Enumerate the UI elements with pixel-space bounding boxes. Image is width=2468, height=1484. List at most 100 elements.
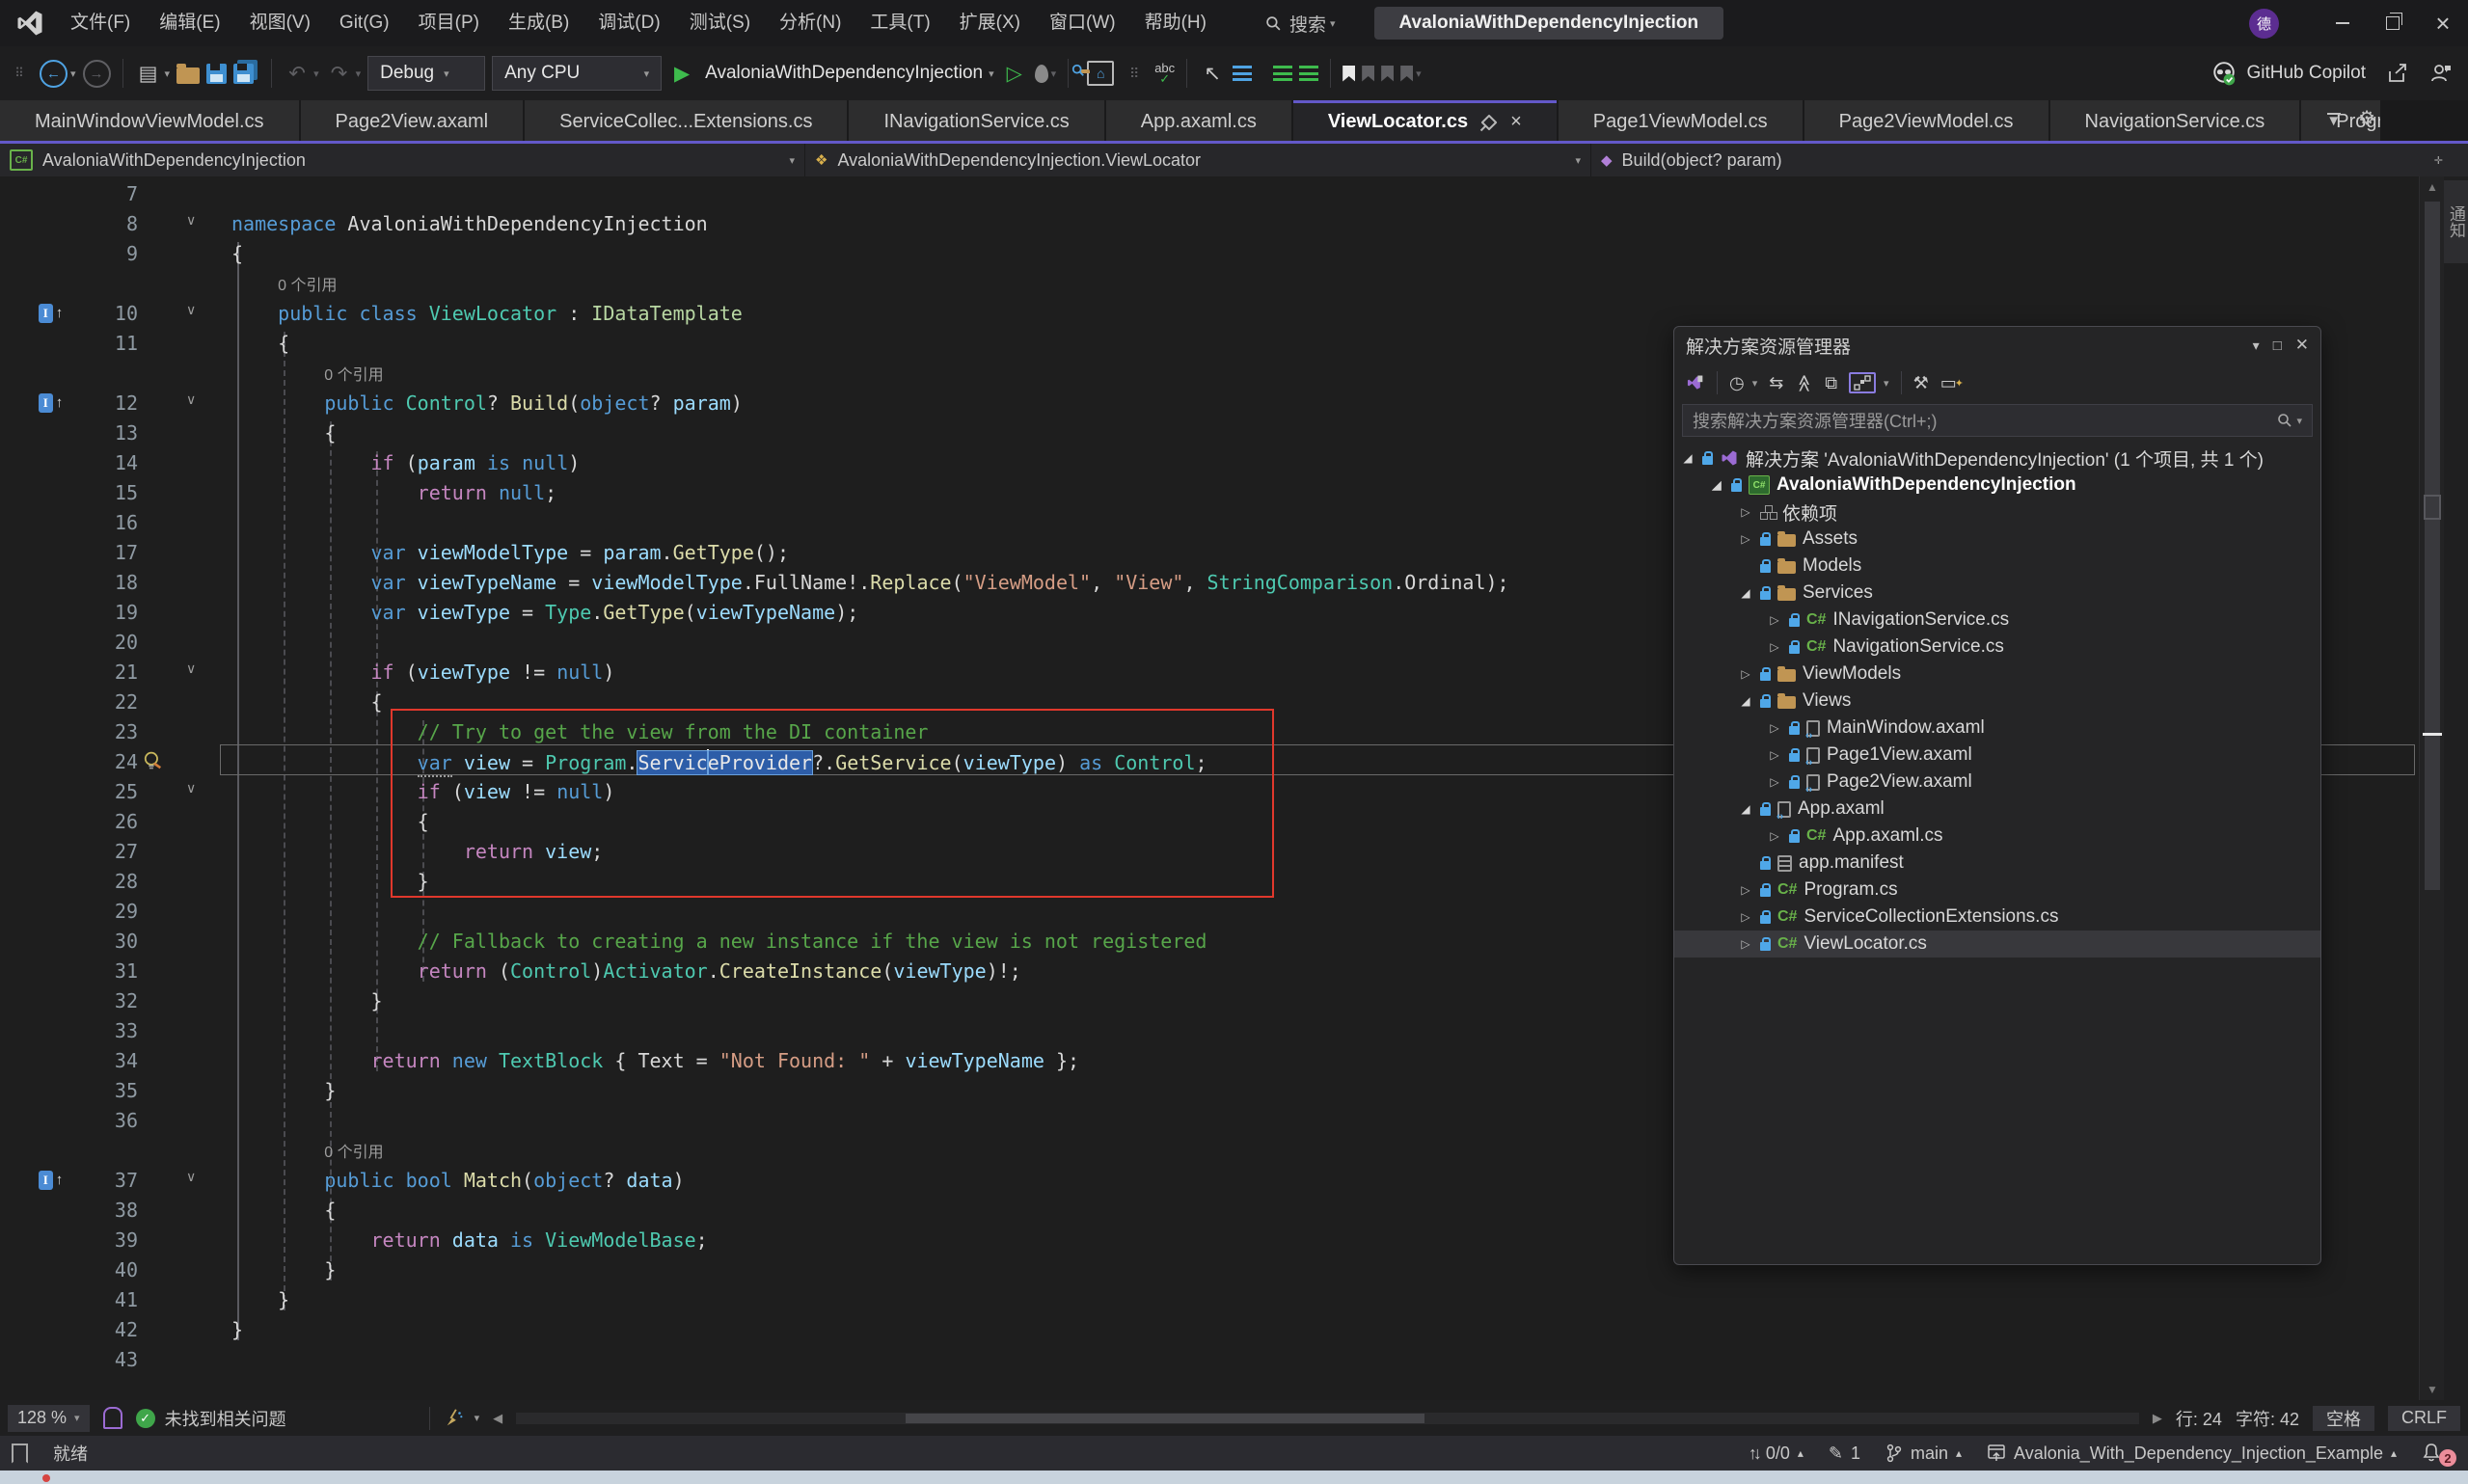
sync-commits-button[interactable]: ↑↓ 0/0 ▴ (1749, 1444, 1804, 1464)
tab-inavigationservice-cs[interactable]: INavigationService.cs (849, 100, 1103, 141)
close-button[interactable]: × (2418, 0, 2468, 46)
next-bookmark-button[interactable] (1381, 66, 1394, 82)
repository-selector[interactable]: Avalonia_With_Dependency_Injection_Examp… (1987, 1444, 2397, 1464)
collapse-icon[interactable]: ◢ (1709, 478, 1724, 492)
codelens-references[interactable]: 0 个引用 (231, 1139, 384, 1162)
hscroll-left-icon[interactable]: ◀ (493, 1411, 502, 1426)
dotted-selection-icon[interactable]: ⠿ (1121, 66, 1148, 82)
filter-dropdown-icon[interactable]: ▾ (1752, 377, 1758, 390)
share-icon[interactable] (2386, 62, 2409, 85)
tab-mainwindowviewmodel-cs[interactable]: MainWindowViewModel.cs (0, 100, 299, 141)
pending-changes-filter-icon[interactable]: ◷ (1729, 373, 1745, 393)
code-line[interactable]: 42} (0, 1314, 2419, 1344)
fold-chevron-icon[interactable]: ∨ (186, 1169, 196, 1185)
tab-page2viewmodel-cs[interactable]: Page2ViewModel.cs (1804, 100, 2048, 141)
tree-item-app-manifest[interactable]: app.manifest (1674, 850, 2320, 877)
new-project-button[interactable]: ▤ (135, 62, 162, 86)
tab-navigationservice-cs[interactable]: NavigationService.cs (2050, 100, 2300, 141)
menu-git[interactable]: Git(G) (325, 0, 404, 46)
tree-item-依赖项[interactable]: ▷依赖项 (1674, 499, 2320, 526)
inheritance-indicator-icon[interactable]: I↑ (39, 1171, 64, 1190)
menu-0[interactable]: 文件(F) (56, 0, 145, 46)
tab-app-axaml-cs[interactable]: App.axaml.cs (1106, 100, 1291, 141)
tree-item-解决方案-avaloniawithdependencyinjection-1-个项目-共-1-个-[interactable]: ◢解决方案 'AvaloniaWithDependencyInjection' … (1674, 445, 2320, 472)
fold-chevron-icon[interactable]: ∨ (186, 391, 196, 408)
expand-icon[interactable]: ▷ (1767, 721, 1782, 735)
open-file-button[interactable] (176, 67, 200, 84)
start-debugging-button[interactable]: ▶ AvaloniaWithDependencyInjection ▾ (668, 62, 994, 86)
tree-item-inavigationservice-cs[interactable]: ▷C#INavigationService.cs (1674, 607, 2320, 634)
navigate-forward-button[interactable]: → (83, 60, 111, 88)
fold-chevron-icon[interactable]: ∨ (186, 780, 196, 796)
wrench-icon[interactable]: ⚒ (1913, 373, 1929, 393)
toolbar-drag-handle[interactable]: ⠿ (6, 66, 33, 81)
restore-button[interactable] (2368, 0, 2418, 46)
panel-maximize-icon[interactable]: □ (2273, 337, 2282, 354)
panel-dropdown-icon[interactable]: ▾ (2253, 337, 2260, 354)
menu-8[interactable]: 分析(N) (765, 0, 855, 46)
collapse-icon[interactable]: ◢ (1680, 451, 1695, 465)
expand-icon[interactable]: ▷ (1738, 910, 1753, 924)
inheritance-indicator-icon[interactable]: I↑ (39, 304, 64, 323)
sync-namespaces-icon[interactable]: ⇆ (1769, 373, 1783, 393)
expand-icon[interactable]: ▷ (1738, 883, 1753, 897)
tab-page1viewmodel-cs[interactable]: Page1ViewModel.cs (1559, 100, 1803, 141)
pin-icon[interactable] (1481, 114, 1498, 130)
tree-item-page2view-axaml[interactable]: ▷Page2View.axaml (1674, 769, 2320, 796)
zoom-level-select[interactable]: 128 % ▾ (8, 1405, 90, 1432)
tree-item-mainwindow-axaml[interactable]: ▷MainWindow.axaml (1674, 715, 2320, 742)
expand-icon[interactable]: ▷ (1767, 748, 1782, 762)
branch-selector[interactable]: main ▴ (1885, 1444, 1962, 1464)
menu-9[interactable]: 工具(T) (855, 0, 944, 46)
start-without-debugging-button[interactable]: ▷ (1001, 62, 1028, 86)
undo-dropdown[interactable]: ▾ (313, 67, 319, 80)
menu-12[interactable]: 帮助(H) (1130, 0, 1221, 46)
expand-icon[interactable]: ▷ (1738, 532, 1753, 546)
menu-1[interactable]: 编辑(E) (145, 0, 234, 46)
code-line[interactable]: 8∨namespace AvaloniaWithDependencyInject… (0, 208, 2419, 238)
properties-copy-icon[interactable]: ⧉ (1825, 373, 1837, 393)
eol-indicator[interactable]: CRLF (2388, 1406, 2460, 1431)
tree-item-viewmodels[interactable]: ▷ViewModels (1674, 661, 2320, 688)
tree-item-page1view-axaml[interactable]: ▷Page1View.axaml (1674, 742, 2320, 769)
switch-views-icon[interactable] (1684, 373, 1705, 392)
tree-item-services[interactable]: ◢Services (1674, 580, 2320, 607)
menu-11[interactable]: 窗口(W) (1035, 0, 1130, 46)
format-document-button[interactable] (1299, 66, 1318, 81)
navigate-back-dropdown[interactable]: ▾ (70, 67, 76, 80)
expand-icon[interactable]: ▷ (1767, 640, 1782, 654)
live-share-icon[interactable] (103, 1407, 122, 1429)
codelens-row[interactable]: 0 个引用 (0, 268, 2419, 298)
scroll-up-icon[interactable]: ▲ (2420, 180, 2445, 194)
menu-4[interactable]: 项目(P) (404, 0, 494, 46)
fold-chevron-icon[interactable]: ∨ (186, 661, 196, 677)
tab-options-gear-icon[interactable]: ⚙ (2358, 106, 2375, 130)
spaces-indicator[interactable]: 空格 (2313, 1406, 2374, 1431)
scroll-down-icon[interactable]: ▼ (2420, 1383, 2445, 1396)
minimize-button[interactable] (2318, 0, 2368, 46)
undo-button[interactable]: ↶ (284, 62, 311, 86)
tree-item-navigationservice-cs[interactable]: ▷C#NavigationService.cs (1674, 634, 2320, 661)
sync-with-active-document-button[interactable] (1849, 372, 1876, 393)
codelens-references[interactable]: 0 个引用 (231, 272, 337, 295)
search-options-caret[interactable]: ▾ (2296, 415, 2302, 427)
menu-5[interactable]: 生成(B) (494, 0, 583, 46)
expand-icon[interactable]: ▷ (1767, 775, 1782, 789)
collapsed-tool-window-tab[interactable]: 通知 (2444, 180, 2468, 263)
solution-search-input[interactable]: 搜索解决方案资源管理器(Ctrl+;) ▾ (1682, 404, 2313, 437)
feedback-icon[interactable] (2429, 62, 2453, 85)
menu-7[interactable]: 测试(S) (675, 0, 765, 46)
tree-item-servicecollectionextensions-cs[interactable]: ▷C#ServiceCollectionExtensions.cs (1674, 904, 2320, 931)
collapse-icon[interactable]: ◢ (1738, 802, 1753, 816)
github-copilot-button[interactable]: GitHub Copilot (2211, 61, 2366, 86)
split-editor-icon[interactable]: ✛ (2434, 154, 2443, 167)
notifications-button[interactable]: 2 (2422, 1440, 2456, 1467)
hscroll-thumb[interactable] (906, 1414, 1425, 1423)
code-line[interactable]: 7 (0, 178, 2419, 208)
spell-check-button[interactable]: abc✓ (1154, 63, 1175, 84)
tree-item-viewlocator-cs[interactable]: ▷C#ViewLocator.cs (1674, 931, 2320, 958)
new-project-dropdown[interactable]: ▾ (165, 67, 171, 80)
tree-item-program-cs[interactable]: ▷C#Program.cs (1674, 877, 2320, 904)
code-line[interactable]: I↑10∨ public class ViewLocator : IDataTe… (0, 298, 2419, 328)
code-cleanup-broom-icon[interactable] (444, 1408, 465, 1429)
